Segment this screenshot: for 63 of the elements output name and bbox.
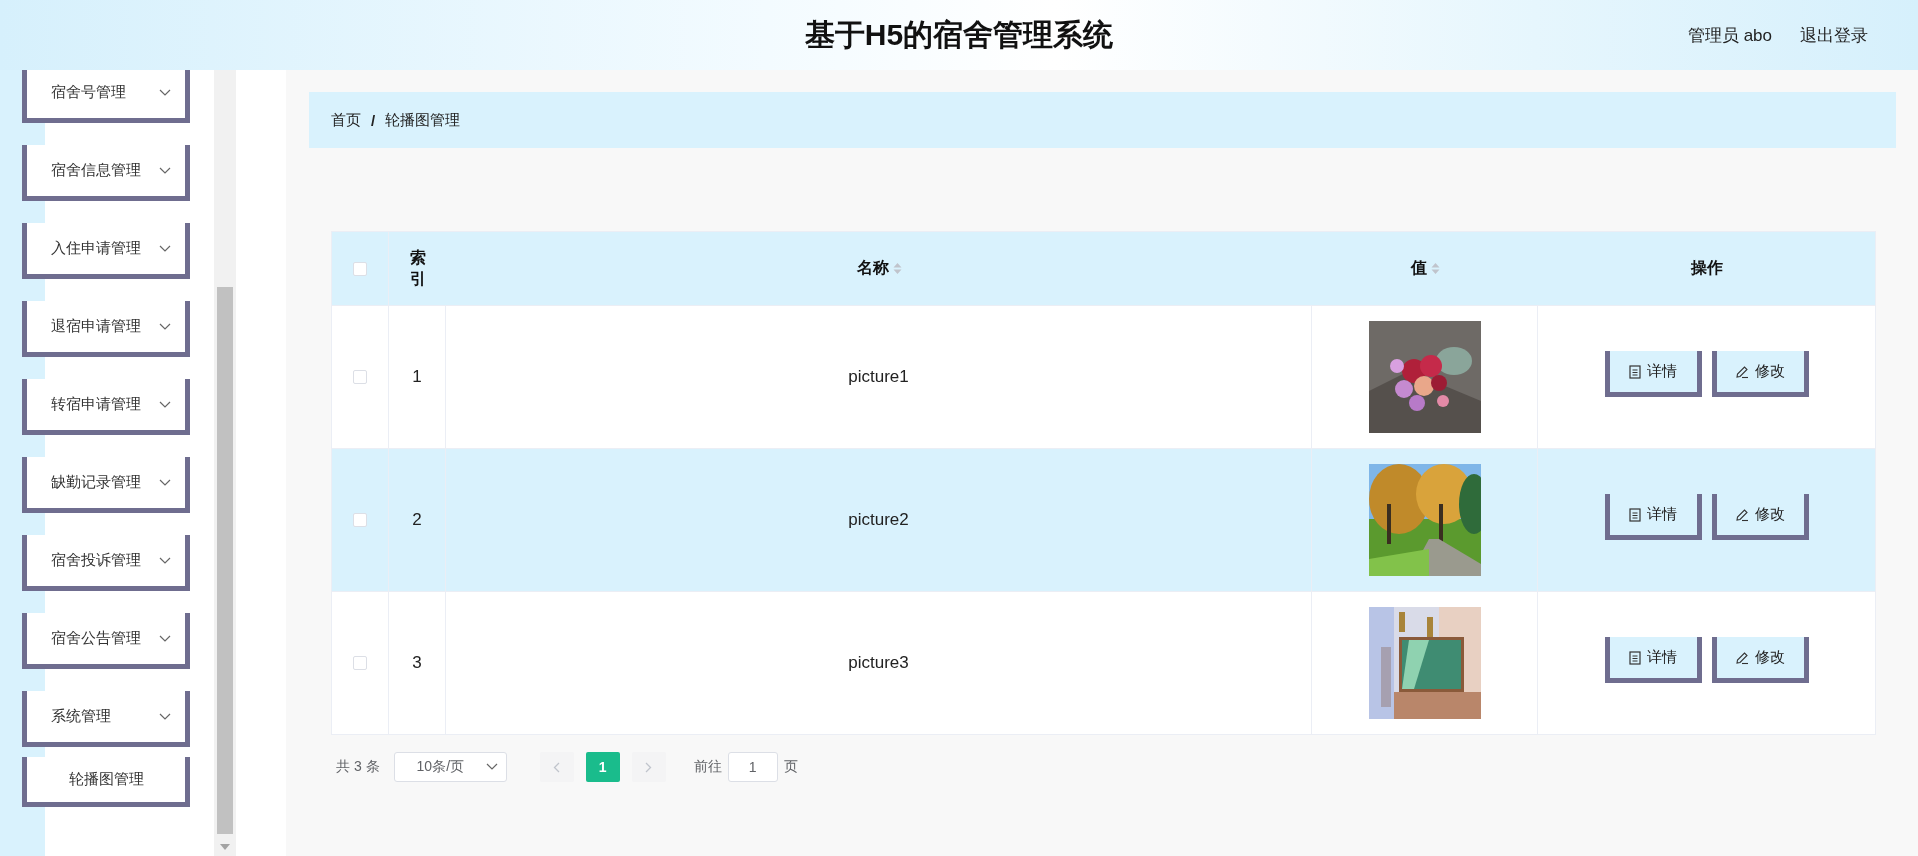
table-cell: 3 (412, 653, 422, 673)
chevron-down-icon (159, 244, 171, 253)
logout-link[interactable]: 退出登录 (1800, 23, 1868, 47)
pencil-icon (1735, 364, 1749, 379)
table-cell: picture1 (848, 367, 909, 387)
menu-item[interactable]: 宿舍号管理 (22, 70, 190, 123)
chevron-down-icon (159, 322, 171, 331)
detail-button[interactable]: 详情 (1604, 351, 1702, 397)
total-count: 共 3 条 (336, 758, 380, 776)
document-icon (1629, 507, 1641, 522)
chevron-down-icon (159, 400, 171, 409)
pencil-icon (1735, 650, 1749, 665)
document-icon (1629, 650, 1641, 665)
menu-item[interactable]: 入住申请管理 (22, 223, 190, 279)
chevron-down-icon (159, 556, 171, 565)
submenu-item[interactable]: 轮播图管理 (22, 757, 190, 807)
column-header: 操作 (1690, 258, 1723, 278)
edit-button[interactable]: 修改 (1711, 351, 1809, 397)
user-name: 管理员 abo (1687, 24, 1772, 47)
breadcrumb-item: 轮播图管理 (385, 110, 461, 130)
menu-item[interactable]: 系统管理 (22, 691, 190, 747)
goto-label: 前往 (693, 758, 722, 776)
column-header: 索引 (409, 247, 426, 289)
edit-button[interactable]: 修改 (1711, 494, 1809, 540)
dropdown-caret-icon (485, 763, 498, 771)
scroll-down-icon[interactable] (220, 844, 230, 850)
chevron-down-icon (159, 88, 171, 97)
menu-item[interactable]: 宿舍信息管理 (22, 145, 190, 201)
table-cell: 1 (412, 367, 422, 387)
column-header[interactable]: 名称 (856, 258, 889, 279)
checkbox[interactable] (353, 261, 367, 276)
column-header[interactable]: 值 (1410, 258, 1427, 279)
checkbox[interactable] (353, 656, 367, 670)
chevron-down-icon (159, 634, 171, 643)
menu-item[interactable]: 宿舍公告管理 (22, 613, 190, 669)
edit-button[interactable]: 修改 (1711, 637, 1809, 683)
menu-item[interactable]: 退宿申请管理 (22, 301, 190, 357)
chevron-down-icon (159, 166, 171, 175)
chevron-left-icon[interactable] (553, 761, 561, 773)
checkbox[interactable] (353, 370, 367, 384)
sort-icon[interactable] (892, 262, 902, 275)
chevron-right-icon[interactable] (645, 761, 653, 773)
breadcrumb-item[interactable]: 首页 (331, 110, 361, 130)
page-input[interactable]: 1 (727, 752, 778, 782)
checkbox[interactable] (353, 513, 367, 527)
breadcrumb-separator: / (371, 111, 376, 129)
menu-item[interactable]: 转宿申请管理 (22, 379, 190, 435)
page-suffix: 页 (783, 758, 798, 776)
detail-button[interactable]: 详情 (1604, 494, 1702, 540)
chevron-down-icon (159, 712, 171, 721)
sort-icon[interactable] (1430, 262, 1440, 275)
table-cell: picture2 (848, 510, 909, 530)
table-cell: picture3 (848, 653, 909, 673)
app-title: 基于H5的宿舍管理系统 (804, 16, 1114, 53)
detail-button[interactable]: 详情 (1604, 637, 1702, 683)
page-size-select[interactable]: 10条/页 (393, 752, 507, 782)
menu-item[interactable]: 宿舍投诉管理 (22, 535, 190, 591)
scrollbar-thumb[interactable] (217, 287, 233, 834)
table-cell: 2 (412, 510, 422, 530)
menu-item[interactable]: 缺勤记录管理 (22, 457, 190, 513)
document-icon (1629, 364, 1641, 379)
chevron-down-icon (159, 478, 171, 487)
pencil-icon (1735, 507, 1749, 522)
